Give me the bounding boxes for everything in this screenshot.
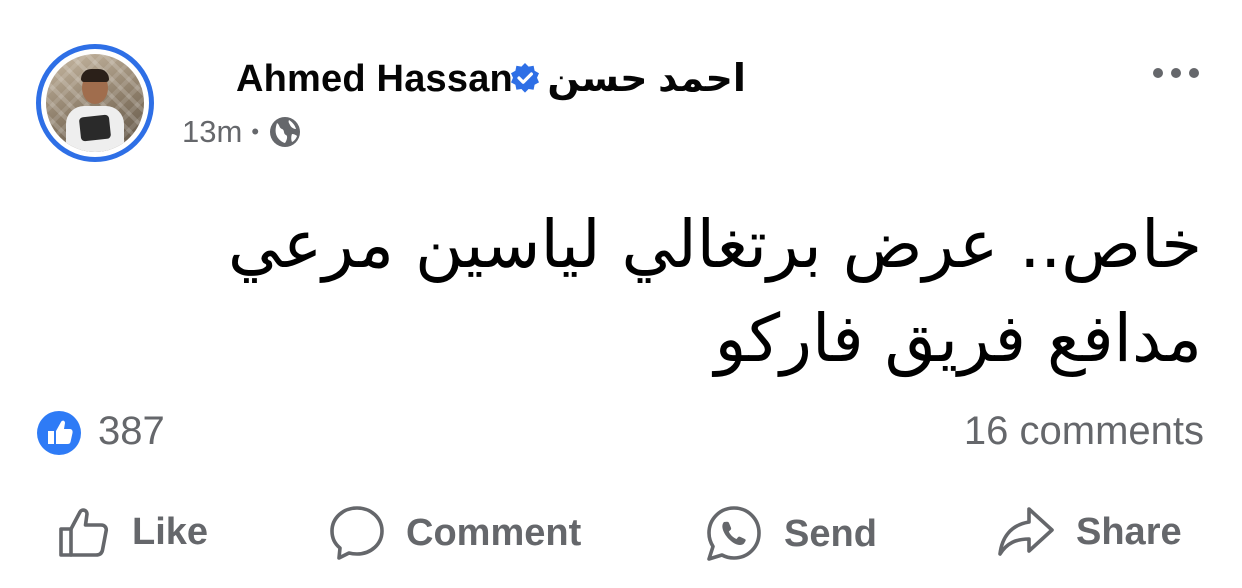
like-button[interactable]: Like <box>56 504 208 560</box>
share-button[interactable]: Share <box>996 504 1182 560</box>
send-label: Send <box>784 512 877 555</box>
post-card: Ahmed Hassan - احمد حسن 13m • خاص.. عرض … <box>0 0 1242 588</box>
share-arrow-icon <box>998 507 1054 556</box>
reaction-count[interactable]: 387 <box>98 409 165 454</box>
like-reaction-icon[interactable] <box>36 410 82 456</box>
author-name[interactable]: Ahmed Hassan - احمد حسن <box>236 56 746 101</box>
separator-dot: • <box>251 119 260 144</box>
globe-icon[interactable] <box>268 115 302 149</box>
comment-bubble-icon <box>330 506 384 560</box>
comment-label: Comment <box>406 511 582 554</box>
more-options-icon[interactable] <box>1150 60 1202 86</box>
like-label: Like <box>132 510 209 553</box>
post-meta: 13m • <box>182 114 302 150</box>
whatsapp-icon <box>707 506 761 561</box>
comment-button[interactable]: Comment <box>328 504 581 562</box>
verified-badge-icon <box>511 63 539 93</box>
post-text: خاص.. عرض برتغالي لياسين مرعي مدافع فريق… <box>227 206 1202 377</box>
send-button[interactable]: Send <box>704 504 877 564</box>
avatar-figure-hair <box>81 69 109 82</box>
comments-count[interactable]: 16 comments <box>964 409 1204 454</box>
post-time[interactable]: 13m <box>182 114 242 150</box>
thumbs-up-icon <box>59 508 109 557</box>
avatar[interactable] <box>46 54 144 152</box>
share-label: Share <box>1076 510 1182 553</box>
avatar-story-ring[interactable] <box>36 44 154 162</box>
avatar-shirt-print <box>78 114 112 142</box>
